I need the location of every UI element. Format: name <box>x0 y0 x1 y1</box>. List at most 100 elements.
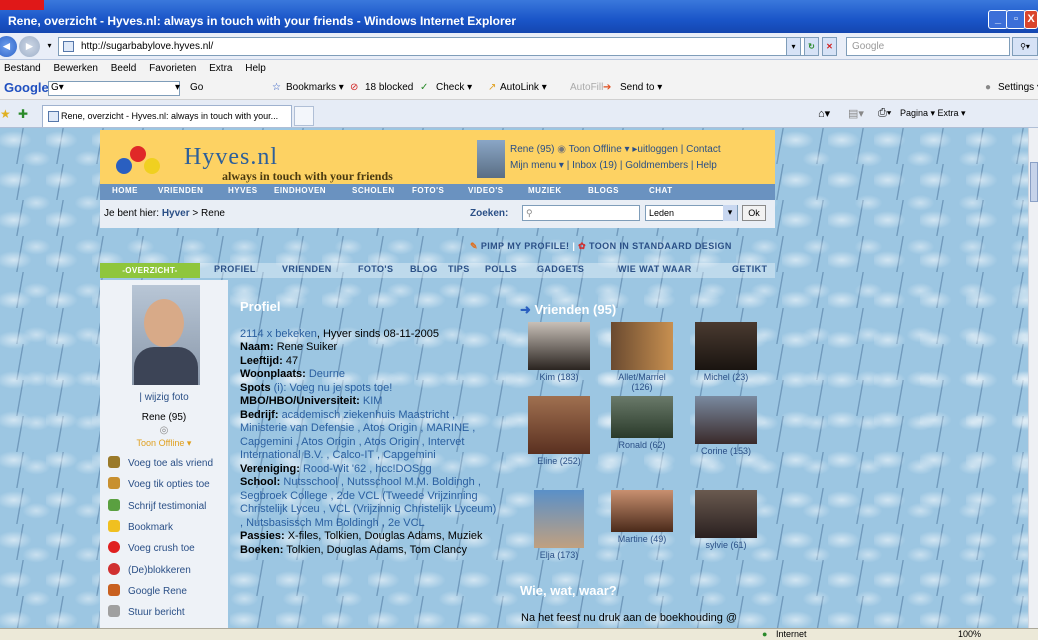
back-icon[interactable]: ◄ <box>0 36 17 57</box>
tab-vrienden[interactable]: VRIENDEN <box>282 264 332 274</box>
menu-extra[interactable]: Extra <box>209 60 232 78</box>
nav-vrienden[interactable]: VRIENDEN <box>158 186 203 195</box>
feeds-icon[interactable]: ▤▾ <box>848 107 864 120</box>
spots-link[interactable]: Voeg nu je spots toe! <box>290 382 393 394</box>
nav-blogs[interactable]: BLOGS <box>588 186 619 195</box>
friend-card[interactable]: Martine (49) <box>610 490 674 544</box>
friend-card[interactable]: Michel (23) <box>694 322 758 382</box>
search-type-select[interactable]: Leden <box>645 205 738 221</box>
nav-chat[interactable]: CHAT <box>649 186 673 195</box>
wie-wat-waar-heading[interactable]: Wie, wat, waar? <box>520 583 617 598</box>
close-button[interactable]: X <box>1024 10 1038 29</box>
woonplaats-link[interactable]: Deurne <box>309 368 345 380</box>
profile-photo[interactable] <box>132 285 200 385</box>
friend-card[interactable]: sylvie (61) <box>694 490 758 550</box>
menu-bestand[interactable]: Bestand <box>4 60 41 78</box>
hbo-link[interactable]: KIM <box>363 395 383 407</box>
sidebar-status[interactable]: Toon Offline ▾ <box>100 438 228 449</box>
tab-overzicht[interactable]: -OVERZICHT- <box>100 263 200 278</box>
tab-current[interactable]: Rene, overzicht - Hyves.nl: always in to… <box>42 105 292 127</box>
action-bookmark[interactable]: Bookmark <box>108 520 173 533</box>
autofill-button[interactable]: AutoFill <box>570 82 603 93</box>
tab-profiel[interactable]: PROFIEL <box>214 264 256 274</box>
maximize-button[interactable]: ▫ <box>1006 10 1026 29</box>
stop-icon[interactable]: ✕ <box>822 37 837 56</box>
address-dropdown-icon[interactable]: ▾ <box>786 37 801 56</box>
nav-muziek[interactable]: MUZIEK <box>528 186 562 195</box>
action-testimonial[interactable]: Schrijf testimonial <box>108 499 206 512</box>
autolink-button[interactable]: AutoLink ▾ <box>500 82 547 93</box>
home-icon[interactable]: ⌂▾ <box>818 107 830 120</box>
help-link[interactable]: Help <box>696 160 717 171</box>
menu-beeld[interactable]: Beeld <box>111 60 137 78</box>
menu-favorieten[interactable]: Favorieten <box>149 60 196 78</box>
google-search-input[interactable]: G▾ <box>48 81 180 96</box>
zoom-label[interactable]: 100% <box>958 629 981 640</box>
views-link[interactable]: 2114 x bekeken <box>240 328 317 340</box>
add-favorite-icon[interactable]: ✚ <box>18 107 28 121</box>
breadcrumb-hyver-link[interactable]: Hyver <box>162 208 190 219</box>
search-go-icon[interactable]: ⚲▾ <box>1012 37 1038 56</box>
action-add-friend[interactable]: Voeg toe als vriend <box>108 456 213 469</box>
spots-info-link[interactable]: (i): <box>274 382 287 394</box>
menu-bewerken[interactable]: Bewerken <box>53 60 97 78</box>
my-menu-link[interactable]: Mijn menu ▾ <box>510 160 564 171</box>
action-message[interactable]: Stuur bericht <box>108 605 185 618</box>
bookmarks-button[interactable]: Bookmarks ▾ <box>286 82 344 93</box>
action-crush[interactable]: Voeg crush toe <box>108 541 195 554</box>
friend-card[interactable]: Eline (252) <box>527 396 591 466</box>
settings-button[interactable]: Settings ▾ <box>998 82 1038 93</box>
friend-card[interactable]: Ronald (62) <box>610 396 674 450</box>
scrollbar-thumb[interactable] <box>1030 162 1038 202</box>
friends-heading[interactable]: ➜ Vrienden (95) <box>520 302 616 318</box>
tab-gadgets[interactable]: GADGETS <box>537 264 584 274</box>
friend-card[interactable]: Allet/Marriel (126) <box>607 322 677 392</box>
forward-icon[interactable]: ► <box>19 36 40 57</box>
edit-photo-link[interactable]: | wijzig foto <box>100 392 228 403</box>
minimize-button[interactable]: _ <box>988 10 1008 29</box>
check-button[interactable]: Check ▾ <box>436 82 472 93</box>
contact-link[interactable]: Contact <box>686 144 720 155</box>
search-field[interactable]: Google <box>846 37 1010 56</box>
site-search-input[interactable]: ⚲ <box>522 205 640 221</box>
new-tab-button[interactable] <box>294 106 314 126</box>
search-ok-button[interactable]: Ok <box>742 205 766 221</box>
page-tools-menu[interactable]: Pagina ▾ Extra ▾ <box>900 108 966 119</box>
nav-videos[interactable]: VIDEO'S <box>468 186 504 195</box>
menu-help[interactable]: Help <box>245 60 266 78</box>
blocked-button[interactable]: 18 blocked <box>365 82 413 93</box>
nav-eindhoven[interactable]: EINDHOVEN <box>274 186 326 195</box>
action-block[interactable]: (De)blokkeren <box>108 563 191 576</box>
tab-getikt[interactable]: GETIKT <box>732 264 767 274</box>
vertical-scrollbar[interactable] <box>1028 128 1038 628</box>
tab-blog[interactable]: BLOG <box>410 264 438 274</box>
friend-card[interactable]: Kim (183) <box>527 322 591 382</box>
toon-offline-menu[interactable]: Toon Offline ▾ <box>569 144 630 155</box>
google-search-dropdown-icon[interactable]: ▾ <box>175 82 180 93</box>
google-go-button[interactable]: Go <box>190 82 203 93</box>
tab-wie-wat-waar[interactable]: WIE WAT WAAR <box>618 264 692 274</box>
action-tik-options[interactable]: Voeg tik opties toe <box>108 477 210 490</box>
sendto-button[interactable]: Send to ▾ <box>620 82 662 93</box>
history-dropdown-icon[interactable]: ▾ <box>42 37 57 56</box>
nav-fotos[interactable]: FOTO'S <box>412 186 444 195</box>
user-name[interactable]: Rene (95) <box>510 144 554 155</box>
nav-hyves[interactable]: HYVES <box>228 186 258 195</box>
nav-home[interactable]: HOME <box>112 186 138 195</box>
tab-polls[interactable]: POLLS <box>485 264 517 274</box>
user-avatar[interactable] <box>477 140 505 178</box>
action-google[interactable]: Google Rene <box>108 584 187 597</box>
friend-card[interactable]: Corine (153) <box>694 396 758 456</box>
favorites-star-icon[interactable]: ★ <box>0 107 11 121</box>
refresh-icon[interactable]: ↻ <box>804 37 819 56</box>
pimp-profile-link[interactable]: PIMP MY PROFILE! <box>481 241 570 251</box>
inbox-link[interactable]: Inbox (19) <box>572 160 617 171</box>
address-field[interactable]: http://sugarbabylove.hyves.nl/ <box>58 37 808 56</box>
standard-design-link[interactable]: TOON IN STANDAARD DESIGN <box>589 241 732 251</box>
print-icon[interactable]: ⎙▾ <box>878 107 891 120</box>
tab-fotos[interactable]: FOTO'S <box>358 264 393 274</box>
tab-tips[interactable]: TIPS <box>448 264 470 274</box>
nav-scholen[interactable]: SCHOLEN <box>352 186 395 195</box>
logout-link[interactable]: ▸uitloggen <box>632 144 678 155</box>
vereniging-links[interactable]: Rood-Wit '62 , hcc!DOSgg <box>303 463 432 475</box>
